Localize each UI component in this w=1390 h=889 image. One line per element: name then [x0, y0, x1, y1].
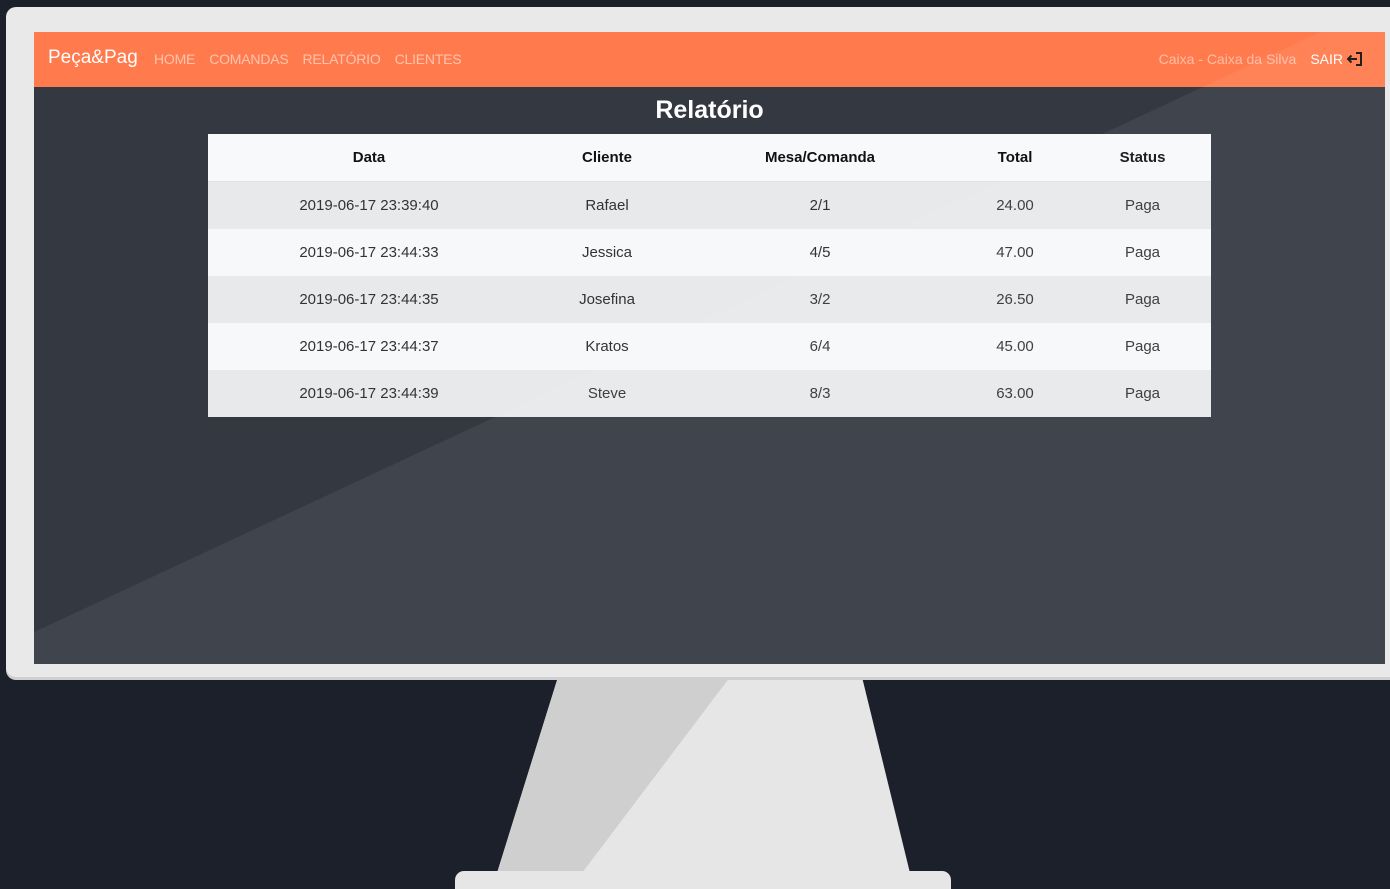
report-table: Data Cliente Mesa/Comanda Total Status 2…	[208, 134, 1211, 417]
monitor-frame: Peça&Pag HOME COMANDAS RELATÓRIO CLIENTE…	[6, 7, 1390, 677]
nav-link-relatorio[interactable]: RELATÓRIO	[303, 51, 381, 67]
cell-total: 45.00	[956, 323, 1074, 370]
cell-total: 26.50	[956, 276, 1074, 323]
cell-status: Paga	[1074, 229, 1211, 276]
table-row: 2019-06-17 23:44:39 Steve 8/3 63.00 Paga	[208, 370, 1211, 417]
nav-link-home[interactable]: HOME	[154, 51, 195, 67]
column-header-data: Data	[208, 134, 530, 182]
cell-cliente: Rafael	[530, 181, 684, 229]
monitor-base	[455, 871, 951, 889]
cell-total: 63.00	[956, 370, 1074, 417]
table-row: 2019-06-17 23:44:33 Jessica 4/5 47.00 Pa…	[208, 229, 1211, 276]
cell-data: 2019-06-17 23:44:33	[208, 229, 530, 276]
cell-mesa-comanda: 8/3	[684, 370, 956, 417]
user-label: Caixa - Caixa da Silva	[1158, 51, 1297, 67]
table-row: 2019-06-17 23:44:35 Josefina 3/2 26.50 P…	[208, 276, 1211, 323]
nav-links: HOME COMANDAS RELATÓRIO CLIENTES	[154, 51, 462, 67]
cell-status: Paga	[1074, 181, 1211, 229]
cell-total: 24.00	[956, 181, 1074, 229]
cell-mesa-comanda: 4/5	[684, 229, 956, 276]
app-screen: Peça&Pag HOME COMANDAS RELATÓRIO CLIENTE…	[34, 32, 1385, 664]
column-header-total: Total	[956, 134, 1074, 182]
column-header-status: Status	[1074, 134, 1211, 182]
cell-status: Paga	[1074, 276, 1211, 323]
sign-out-icon	[1347, 52, 1362, 66]
logout-button[interactable]: SAIR	[1310, 51, 1363, 67]
table-row: 2019-06-17 23:44:37 Kratos 6/4 45.00 Pag…	[208, 323, 1211, 370]
cell-data: 2019-06-17 23:44:37	[208, 323, 530, 370]
cell-status: Paga	[1074, 323, 1211, 370]
cell-cliente: Kratos	[530, 323, 684, 370]
nav-right: Caixa - Caixa da Silva SAIR	[1159, 51, 1363, 67]
cell-mesa-comanda: 2/1	[684, 181, 956, 229]
cell-cliente: Jessica	[530, 229, 684, 276]
column-header-mesa-comanda: Mesa/Comanda	[684, 134, 956, 182]
cell-total: 47.00	[956, 229, 1074, 276]
navbar: Peça&Pag HOME COMANDAS RELATÓRIO CLIENTE…	[34, 32, 1385, 87]
nav-link-clientes[interactable]: CLIENTES	[395, 51, 462, 67]
table-row: 2019-06-17 23:39:40 Rafael 2/1 24.00 Pag…	[208, 181, 1211, 229]
logout-label: SAIR	[1310, 51, 1343, 67]
cell-data: 2019-06-17 23:39:40	[208, 181, 530, 229]
cell-mesa-comanda: 6/4	[684, 323, 956, 370]
cell-status: Paga	[1074, 370, 1211, 417]
cell-data: 2019-06-17 23:44:35	[208, 276, 530, 323]
cell-mesa-comanda: 3/2	[684, 276, 956, 323]
brand-logo[interactable]: Peça&Pag	[48, 47, 138, 69]
page-title: Relatório	[655, 96, 764, 124]
column-header-cliente: Cliente	[530, 134, 684, 182]
cell-data: 2019-06-17 23:44:39	[208, 370, 530, 417]
nav-link-comandas[interactable]: COMANDAS	[209, 51, 288, 67]
cell-cliente: Steve	[530, 370, 684, 417]
cell-cliente: Josefina	[530, 276, 684, 323]
table-header-row: Data Cliente Mesa/Comanda Total Status	[208, 134, 1211, 182]
